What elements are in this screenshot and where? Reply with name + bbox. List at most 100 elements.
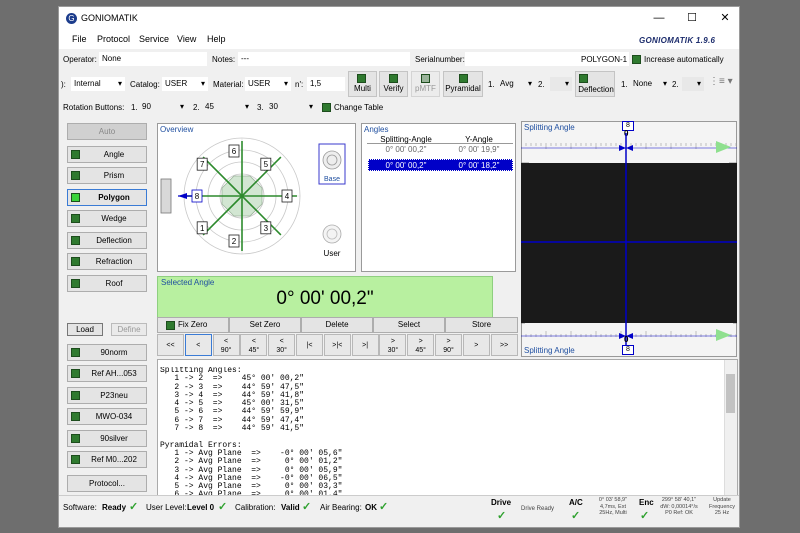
minimize-button[interactable]: — bbox=[644, 9, 674, 27]
rotate-nav-button-11[interactable]: >90° bbox=[435, 334, 462, 356]
operator-label: Operator: bbox=[63, 55, 97, 64]
protocol-button[interactable]: Protocol... bbox=[67, 475, 147, 492]
col-y-angle: Y-Angle bbox=[465, 135, 493, 144]
preset-p23neu-button[interactable]: P23neu bbox=[67, 387, 147, 404]
mode-refraction-button[interactable]: Refraction bbox=[67, 253, 147, 270]
close-button[interactable]: ✕ bbox=[710, 9, 739, 27]
set-zero-button[interactable]: Set Zero bbox=[229, 317, 301, 333]
rotate-nav-button-3[interactable]: <90° bbox=[212, 334, 240, 356]
status-air-value: OK bbox=[365, 503, 377, 512]
user-view-button[interactable] bbox=[322, 224, 342, 244]
mode-wedge-button[interactable]: Wedge bbox=[67, 210, 147, 227]
menu-service[interactable]: Service bbox=[139, 34, 169, 44]
maximize-button[interactable]: ☐ bbox=[677, 9, 707, 27]
auto-button[interactable]: Auto bbox=[67, 123, 147, 140]
material-select[interactable]: USER bbox=[245, 77, 291, 91]
menu-view[interactable]: View bbox=[177, 34, 196, 44]
air-ok-icon: ✓ bbox=[379, 501, 389, 513]
catalog-label: Catalog: bbox=[130, 80, 160, 89]
preset-ref-m0-button[interactable]: Ref M0...202 bbox=[67, 451, 147, 468]
arrow-right-top-icon bbox=[716, 141, 731, 153]
user-label: User bbox=[324, 249, 341, 258]
selected-angle-value: 0° 00' 00,2" bbox=[276, 288, 374, 309]
rotation-1-select[interactable]: 90 bbox=[139, 100, 187, 114]
mode-label: ): bbox=[61, 80, 66, 89]
fix-zero-button[interactable]: Fix Zero bbox=[157, 317, 229, 333]
preset-ref-ah-button[interactable]: Ref AH...053 bbox=[67, 365, 147, 382]
rotate-nav-button-12[interactable]: > bbox=[462, 334, 490, 356]
enc-info: 299° 58' 40,1" dW: 0,00014°/s P0 Ref: OK bbox=[660, 497, 698, 516]
preset-mwo-034-button[interactable]: MWO-034 bbox=[67, 408, 147, 425]
app-logo-icon: G bbox=[66, 13, 77, 24]
mode-angle-button[interactable]: Angle bbox=[67, 146, 147, 163]
angles-row-2-y: 0° 00' 18,2" bbox=[458, 161, 500, 170]
angles-row-1-y[interactable]: 0° 00' 19,9" bbox=[445, 145, 513, 154]
update-frequency: Update Frequency 25 Hz bbox=[709, 497, 735, 516]
pyramidal-2-select[interactable] bbox=[550, 77, 572, 91]
enc-label: Enc bbox=[639, 498, 654, 507]
face-label-7: 7 bbox=[200, 160, 205, 169]
menu-protocol[interactable]: Protocol bbox=[97, 34, 130, 44]
material-label: Material: bbox=[213, 80, 244, 89]
base-label: Base bbox=[324, 176, 340, 183]
preset-90norm-button[interactable]: 90norm bbox=[67, 344, 147, 361]
rotation-3-select[interactable]: 30 bbox=[266, 100, 316, 114]
delete-button[interactable]: Delete bbox=[301, 317, 373, 333]
pyramidal-label: Pyramidal bbox=[445, 84, 481, 93]
status-user-value: Level 0 bbox=[187, 503, 215, 512]
menu-help[interactable]: Help bbox=[207, 34, 226, 44]
rotate-nav-button-7[interactable]: >|< bbox=[323, 334, 351, 356]
deflection-2-select[interactable] bbox=[682, 77, 704, 91]
deflection-1-select[interactable]: None bbox=[630, 77, 670, 91]
rotation-2-label: 2. bbox=[193, 103, 200, 112]
rotate-nav-button-10[interactable]: >45° bbox=[407, 334, 435, 356]
app-brand: GONIOMATIK 1.9.6 bbox=[639, 36, 716, 45]
n-label: n': bbox=[295, 80, 304, 89]
rotate-nav-button-2[interactable]: < bbox=[184, 334, 212, 356]
notes-field[interactable]: --- bbox=[238, 52, 410, 66]
increase-checkbox[interactable] bbox=[632, 55, 641, 64]
store-button[interactable]: Store bbox=[445, 317, 518, 333]
rotate-nav-button-9[interactable]: >30° bbox=[379, 334, 407, 356]
mode-roof-button[interactable]: Roof bbox=[67, 275, 147, 292]
drive-ok-icon: ✓ bbox=[497, 510, 507, 522]
angles-row-1-split[interactable]: 0° 00' 00,2" bbox=[367, 145, 445, 154]
rotate-nav-button-6[interactable]: |< bbox=[296, 334, 323, 356]
rotate-nav-button-13[interactable]: >> bbox=[490, 334, 518, 356]
menu-file[interactable]: File bbox=[72, 34, 87, 44]
define-button[interactable]: Define bbox=[111, 323, 147, 336]
select-button[interactable]: Select bbox=[373, 317, 445, 333]
preset-90silver-button[interactable]: 90silver bbox=[67, 430, 147, 447]
status-user-label: User Level: bbox=[146, 503, 187, 512]
angles-row-2-split: 0° 00' 00,2" bbox=[385, 161, 427, 170]
operator-field[interactable]: None bbox=[99, 52, 207, 66]
log-line: 7 -> 8 => 44° 59' 41,5" bbox=[160, 424, 305, 434]
rotate-nav-button-1[interactable]: << bbox=[157, 334, 184, 356]
table-handle bbox=[160, 178, 172, 214]
mode-polygon-button[interactable]: Polygon bbox=[67, 189, 147, 206]
log-scroll-thumb[interactable] bbox=[726, 374, 735, 413]
mode-select[interactable]: Internal bbox=[71, 77, 125, 91]
status-calibration-label: Calibration: bbox=[235, 503, 276, 512]
mode-deflection-button[interactable]: Deflection bbox=[67, 232, 147, 249]
rotate-nav-button-4[interactable]: <45° bbox=[240, 334, 268, 356]
polygon-overview-diagram: Base User 4 3 2 1 8 7 6 5 bbox=[160, 137, 346, 258]
rotate-nav-button-8[interactable]: >| bbox=[351, 334, 379, 356]
protocol-log: Splitting Angles: 1 -> 2 => 45° 00' 00,2… bbox=[160, 367, 720, 495]
user-ok-icon: ✓ bbox=[218, 501, 228, 513]
pyramidal-1-select[interactable]: Avg bbox=[497, 77, 535, 91]
pyramidal-led bbox=[459, 74, 468, 83]
rotate-nav-button-5[interactable]: <30° bbox=[268, 334, 296, 356]
catalog-select[interactable]: USER bbox=[162, 77, 208, 91]
pmtf-led bbox=[421, 74, 430, 83]
change-table-checkbox[interactable] bbox=[322, 103, 331, 112]
rotation-2-select[interactable]: 45 bbox=[202, 100, 252, 114]
n-field[interactable]: 1,5 bbox=[307, 77, 345, 91]
software-ok-icon: ✓ bbox=[129, 501, 139, 513]
verify-led bbox=[389, 74, 398, 83]
filter-icon[interactable]: ⋮≡ ▾ bbox=[709, 76, 733, 87]
drive-state: Drive Ready bbox=[521, 506, 555, 512]
load-button[interactable]: Load bbox=[67, 323, 103, 336]
mode-prism-button[interactable]: Prism bbox=[67, 167, 147, 184]
ac-ok-icon: ✓ bbox=[571, 510, 581, 522]
